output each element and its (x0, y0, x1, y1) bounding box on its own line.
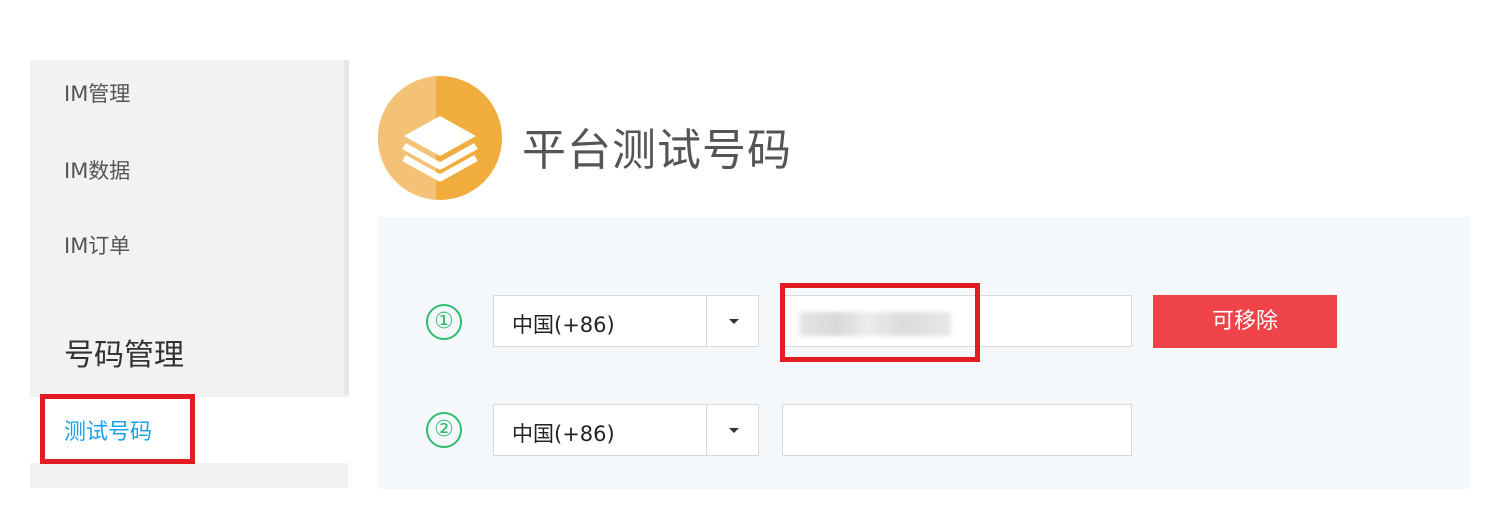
select-divider (706, 296, 707, 346)
sidebar-item-im-data[interactable]: IM数据 (64, 155, 130, 185)
select-divider (706, 405, 707, 455)
row-number-badge: ② (426, 412, 462, 448)
country-code-value: 中国(+86) (512, 313, 615, 337)
page-title: 平台测试号码 (522, 125, 792, 176)
country-code-select[interactable]: 中国(+86) (493, 295, 759, 347)
sidebar-group-title: 号码管理 (64, 338, 184, 373)
layers-icon (378, 76, 502, 200)
sidebar-item-im-order[interactable]: IM订单 (64, 230, 130, 260)
remove-button[interactable]: 可移除 (1153, 295, 1337, 348)
sidebar-divider (344, 60, 349, 395)
sidebar-item-test-numbers[interactable]: 测试号码 (64, 414, 152, 446)
country-code-select[interactable]: 中国(+86) (493, 404, 759, 456)
chevron-down-icon[interactable] (729, 319, 739, 324)
country-code-value: 中国(+86) (512, 422, 615, 446)
redacted-phone-number (799, 312, 951, 336)
page: IM管理 IM数据 IM订单 号码管理 测试号码 平台测试号码 ① 中国(+86… (0, 0, 1496, 527)
sidebar: IM管理 IM数据 IM订单 号码管理 测试号码 (30, 60, 350, 488)
phone-number-input[interactable] (782, 404, 1132, 456)
chevron-down-icon[interactable] (729, 428, 739, 433)
sidebar-item-im-manage[interactable]: IM管理 (64, 78, 130, 108)
row-number-badge: ① (426, 304, 462, 340)
